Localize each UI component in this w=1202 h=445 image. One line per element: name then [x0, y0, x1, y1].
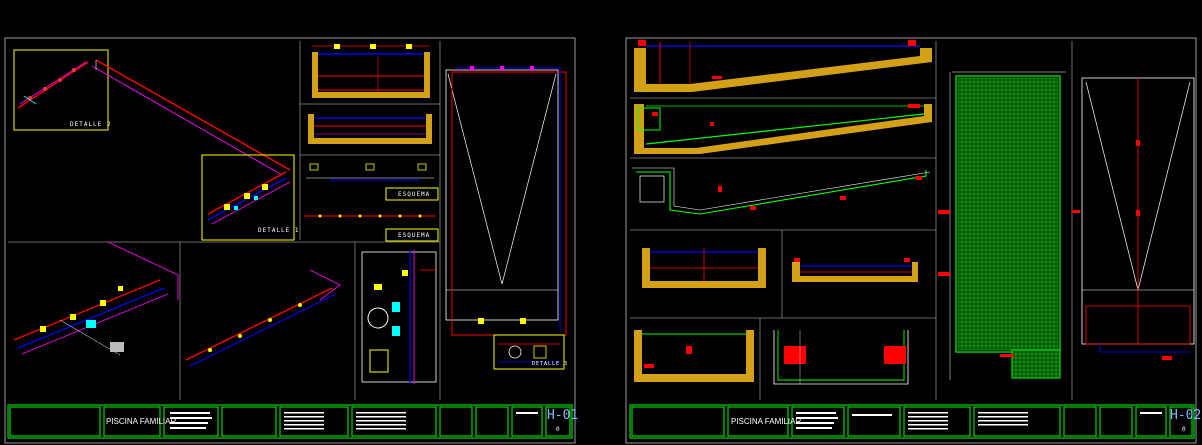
sheet-sub-right: 0 [1182, 426, 1186, 433]
sheet-right [625, 37, 1197, 444]
sheet-left [4, 37, 576, 444]
sheet-code-left: H-01 [547, 408, 579, 423]
sheet-sub-left: 0 [556, 426, 560, 433]
project-name-left: PISCINA FAMILIAR [106, 417, 177, 426]
detail-2-label: DETALLE 2 [70, 121, 112, 128]
detail-3-label: DETALLE 3 [532, 361, 569, 367]
cad-drawing-canvas [4, 37, 1197, 444]
rebar-mesh-plan [938, 71, 1066, 380]
circle-tank-icon [367, 307, 389, 329]
sheet-code-right: H-02 [1170, 408, 1202, 423]
detail-2-frame [13, 49, 109, 131]
project-name-right: PISCINA FAMILIAR [731, 417, 802, 426]
schematic-label-upper: ESQUEMA [398, 191, 431, 198]
schematic-label-lower: ESQUEMA [398, 232, 431, 239]
detail-1-label: DETALLE 1 [258, 227, 300, 234]
cad-drawing-viewport[interactable]: DETALLE 2 DETALLE 1 DETALLE 3 ESQUEMA ES… [0, 0, 1202, 445]
